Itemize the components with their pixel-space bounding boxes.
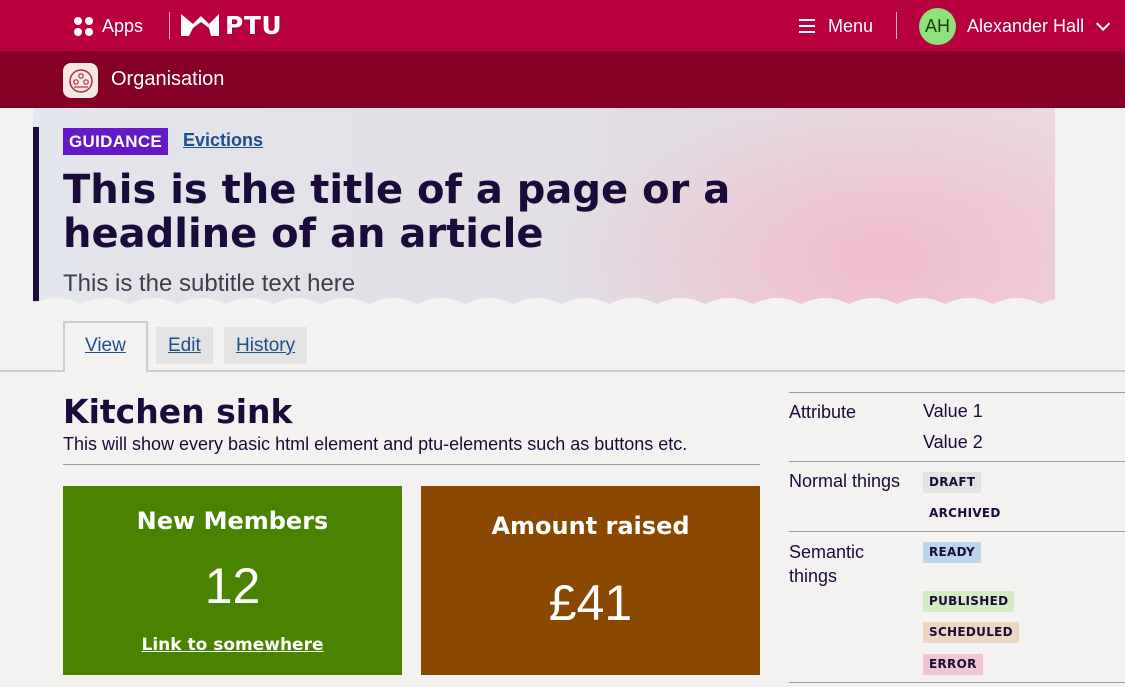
menu-label: Menu (828, 15, 874, 36)
organisation-emblem-icon (68, 68, 93, 93)
avatar: AH (919, 7, 956, 45)
page-title: This is the title of a page or a headlin… (63, 167, 731, 257)
attribute-value: Value 2 (923, 432, 983, 452)
stat-card-value: £41 (548, 575, 633, 631)
hamburger-icon (799, 19, 815, 33)
breadcrumb-link[interactable]: Evictions (183, 130, 263, 151)
stat-card-amount-raised: Amount raised £41 (421, 486, 760, 675)
apps-button[interactable]: Apps (74, 14, 143, 38)
status-badge-ready: READY (923, 542, 982, 563)
status-badge-error: ERROR (923, 654, 983, 675)
header-accent-border (33, 127, 39, 301)
divider (789, 392, 1125, 393)
divider (789, 461, 1125, 462)
ptu-logo-icon (181, 14, 219, 36)
organisation-bar: Organisation (0, 51, 1125, 108)
chevron-down-icon (1096, 16, 1111, 31)
attribute-label: Semantic things (789, 542, 865, 586)
attribute-value: Value 1 (923, 401, 983, 421)
menu-button[interactable]: Menu (799, 13, 873, 39)
attribute-label: Normal things (789, 471, 901, 491)
top-bar: Apps PTU Menu AH Alexander Hall (0, 0, 1125, 51)
status-badge-archived: ARCHIVED (929, 506, 1001, 520)
divider (789, 682, 1125, 683)
user-name: Alexander Hall (967, 15, 1085, 36)
tab-view[interactable]: View (63, 321, 148, 372)
organisation-logo[interactable] (63, 63, 98, 98)
stat-card-value: 12 (204, 558, 261, 614)
section-description: This will show every basic html element … (63, 434, 688, 454)
divider (896, 12, 897, 39)
stat-card-title: Amount raised (491, 512, 690, 540)
divider (169, 12, 170, 39)
attribute-label: Attribute (789, 402, 857, 422)
status-badge-scheduled: SCHEDULED (923, 622, 1019, 643)
stat-card-link[interactable]: Link to somewhere (63, 635, 402, 655)
user-menu[interactable]: AH Alexander Hall (919, 7, 1111, 45)
page-subtitle: This is the subtitle text here (63, 270, 356, 297)
tab-history[interactable]: History (224, 327, 308, 364)
status-badge-published: PUBLISHED (923, 591, 1015, 612)
guidance-tag: GUIDANCE (63, 128, 169, 155)
divider (789, 531, 1125, 532)
tabs-baseline (0, 370, 1125, 372)
tab-edit[interactable]: Edit (156, 327, 213, 364)
status-badge-draft: DRAFT (923, 472, 982, 493)
logo-text: PTU (225, 10, 283, 40)
ptu-logo[interactable]: PTU (181, 10, 283, 40)
section-heading: Kitchen sink (63, 392, 293, 431)
stat-card-new-members: New Members 12 Link to somewhere (63, 486, 402, 675)
organisation-name: Organisation (111, 68, 225, 90)
apps-label: Apps (102, 15, 144, 36)
stat-card-title: New Members (136, 507, 329, 535)
divider (63, 464, 760, 465)
apps-grid-icon (74, 16, 93, 36)
